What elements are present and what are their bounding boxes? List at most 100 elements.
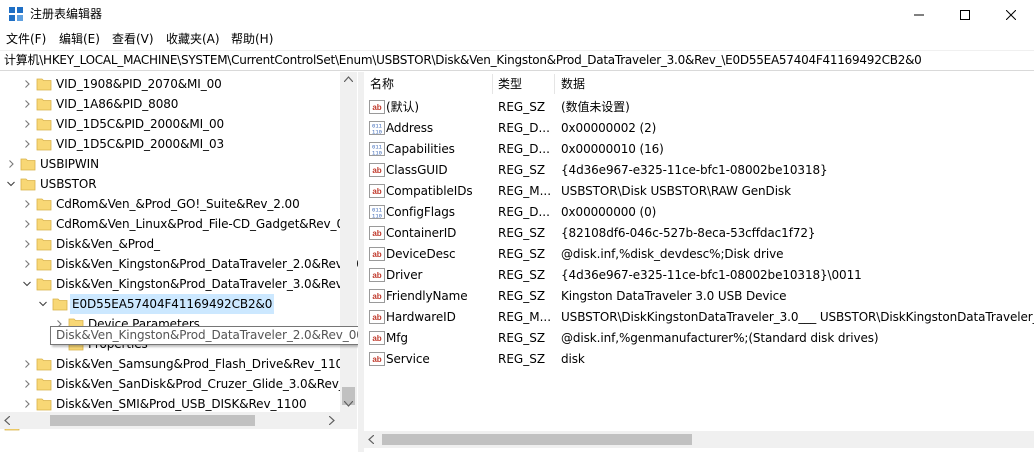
value-name: FriendlyName [386,289,468,303]
list-horizontal-scroll-thumb[interactable] [382,434,692,445]
value-data: 0x00000010 (16) [561,142,664,156]
svg-text:ab: ab [372,355,381,364]
tree-node[interactable]: VID_1D5C&PID_2000&MI_00 [0,114,340,134]
tree-node[interactable]: CdRom&Ven_&Prod_GO!_Suite&Rev_2.00 [0,194,340,214]
maximize-button[interactable] [942,0,988,29]
chevron-right-icon[interactable] [6,154,16,174]
tree-node[interactable]: VID_1D5C&PID_2000&MI_03 [0,134,340,154]
chevron-down-icon[interactable] [6,174,16,194]
string-value-icon: ab [369,331,385,345]
tree-tooltip: Disk&Ven_Kingston&Prod_DataTraveler_2.0&… [50,326,358,345]
value-type: REG_D... [498,205,550,219]
value-data: USBSTOR\DiskKingstonDataTraveler_3.0___ … [561,310,1034,324]
value-type: REG_D... [498,121,550,135]
value-row[interactable]: ab (默认) REG_SZ (数值未设置) [364,97,1034,118]
string-value-icon: ab [369,184,385,198]
chevron-right-icon[interactable] [22,214,32,234]
scroll-left-icon[interactable] [368,435,374,444]
menu-view[interactable]: 查看(V) [112,31,154,47]
tree-node[interactable]: Disk&Ven_Kingston&Prod_DataTraveler_2.0&… [0,254,358,274]
tree-node[interactable]: CdRom&Ven_Linux&Prod_File-CD_Gadget&Rev_… [0,214,344,234]
address-bar[interactable]: 计算机\HKEY_LOCAL_MACHINE\SYSTEM\CurrentCon… [0,50,1034,71]
column-separator[interactable] [554,74,555,94]
scroll-right-icon[interactable] [329,416,335,425]
column-header-name[interactable]: 名称 [370,74,394,94]
tree-horizontal-scroll-thumb[interactable] [50,415,255,426]
chevron-right-icon[interactable] [22,134,32,154]
address-path[interactable]: 计算机\HKEY_LOCAL_MACHINE\SYSTEM\CurrentCon… [4,53,922,68]
menu-help[interactable]: 帮助(H) [231,31,273,47]
value-row[interactable]: ab DeviceDesc REG_SZ @disk.inf,%disk_devdes… [364,244,1034,265]
value-name: Capabilities [386,142,455,156]
value-row[interactable]: 011 110 Address REG_D... 0x00000002 (2) [364,118,1034,139]
value-row[interactable]: ab Mfg REG_SZ @disk.inf,%genmanufacturer%;(… [364,328,1034,349]
folder-icon [20,178,36,191]
value-row[interactable]: ab ClassGUID REG_SZ {4d36e967-e325-11ce-bfc… [364,160,1034,181]
tree-node-label: E0D55EA57404F41169492CB2&0 [70,294,275,314]
svg-text:110: 110 [372,213,382,220]
value-type: REG_SZ [498,352,546,366]
chevron-right-icon[interactable] [22,394,32,414]
tree-node[interactable]: Disk&Ven_SMI&Prod_USB_DISK&Rev_1100 [0,394,340,414]
chevron-right-icon[interactable] [22,254,32,274]
scroll-up-icon[interactable] [344,76,353,82]
svg-text:ab: ab [372,334,381,343]
minimize-button[interactable] [896,0,942,29]
tree-node[interactable]: Disk&Ven_SanDisk&Prod_Cruzer_Glide_3.0&R… [0,374,352,394]
chevron-right-icon[interactable] [22,74,32,94]
scroll-down-icon[interactable] [344,401,353,407]
chevron-down-icon[interactable] [22,274,32,294]
chevron-right-icon[interactable] [22,114,32,134]
chevron-right-icon[interactable] [22,234,32,254]
string-value-icon: ab [369,226,385,240]
chevron-right-icon[interactable] [22,94,32,114]
column-header-type[interactable]: 类型 [498,74,522,94]
value-row[interactable]: ab HardwareID REG_M... USBSTOR\DiskKingston… [364,307,1034,328]
tree-vertical-scrollbar[interactable] [340,72,357,412]
chevron-down-icon[interactable] [38,294,48,314]
value-row[interactable]: ab Service REG_SZ disk [364,349,1034,370]
menu-favorites[interactable]: 收藏夹(A) [166,31,220,47]
tree-horizontal-scrollbar[interactable] [0,412,357,429]
tree-node[interactable]: E0D55EA57404F41169492CB2&0 [0,294,340,314]
tree-node[interactable]: VID_1A86&PID_8080 [0,94,340,114]
chevron-right-icon[interactable] [22,354,32,374]
value-type: REG_M... [498,310,552,324]
value-row[interactable]: 011 110 ConfigFlags REG_D... 0x00000000 (0) [364,202,1034,223]
tree-node[interactable]: Disk&Ven_Kingston&Prod_DataTraveler_3.0&… [0,274,349,294]
tree-node[interactable]: VID_1908&PID_2070&MI_00 [0,74,340,94]
tree-node[interactable]: USBIPWIN [0,154,340,174]
column-header-data[interactable]: 数据 [561,74,585,94]
tree-node-label: Disk&Ven_Kingston&Prod_DataTraveler_2.0&… [56,257,358,271]
maximize-icon [960,9,970,20]
tree-node-label: Disk&Ven_Samsung&Prod_Flash_Drive&Rev_11… [56,357,351,371]
folder-icon [36,278,52,291]
tree-pane[interactable]: VID_1908&PID_2070&MI_00 VID_1A86&PID_8080… [0,72,358,452]
value-row[interactable]: 011 110 Capabilities REG_D... 0x00000010 (16… [364,139,1034,160]
tree-node[interactable]: Disk&Ven_Samsung&Prod_Flash_Drive&Rev_11… [0,354,351,374]
tree-node-label: VID_1D5C&PID_2000&MI_03 [56,137,225,151]
value-row[interactable]: ab CompatibleIDs REG_M... USBSTOR\Disk USBS… [364,181,1034,202]
list-horizontal-scrollbar[interactable] [364,431,1034,448]
folder-icon [36,238,52,251]
menu-file[interactable]: 文件(F) [6,31,46,47]
column-separator[interactable] [492,74,493,94]
tree-node-label: VID_1908&PID_2070&MI_00 [56,77,222,91]
scroll-left-icon[interactable] [4,416,10,425]
tree-node[interactable]: USBSTOR [0,174,340,194]
value-row[interactable]: ab FriendlyName REG_SZ Kingston DataTravele… [364,286,1034,307]
value-list-pane[interactable]: 名称 类型 数据 ab (默认) REG_SZ (数值未设置) 011 110 Addres… [364,72,1034,452]
value-data: USBSTOR\Disk USBSTOR\RAW GenDisk [561,184,791,198]
binary-value-icon: 011110 [369,205,385,219]
menu-edit[interactable]: 编辑(E) [59,31,100,47]
chevron-right-icon[interactable] [22,194,32,214]
value-name: CompatibleIDs [386,184,473,198]
tree-node-label: USBIPWIN [40,157,99,171]
close-button[interactable] [988,0,1034,29]
value-row[interactable]: ab Driver REG_SZ {4d36e967-e325-11ce-bfc1-0… [364,265,1034,286]
tree-node[interactable]: Disk&Ven_&Prod_ [0,234,340,254]
value-type: REG_SZ [498,163,546,177]
chevron-right-icon[interactable] [22,374,32,394]
value-row[interactable]: ab ContainerID REG_SZ {82108df6-046c-527b-8… [364,223,1034,244]
string-value-icon: ab [369,310,385,324]
